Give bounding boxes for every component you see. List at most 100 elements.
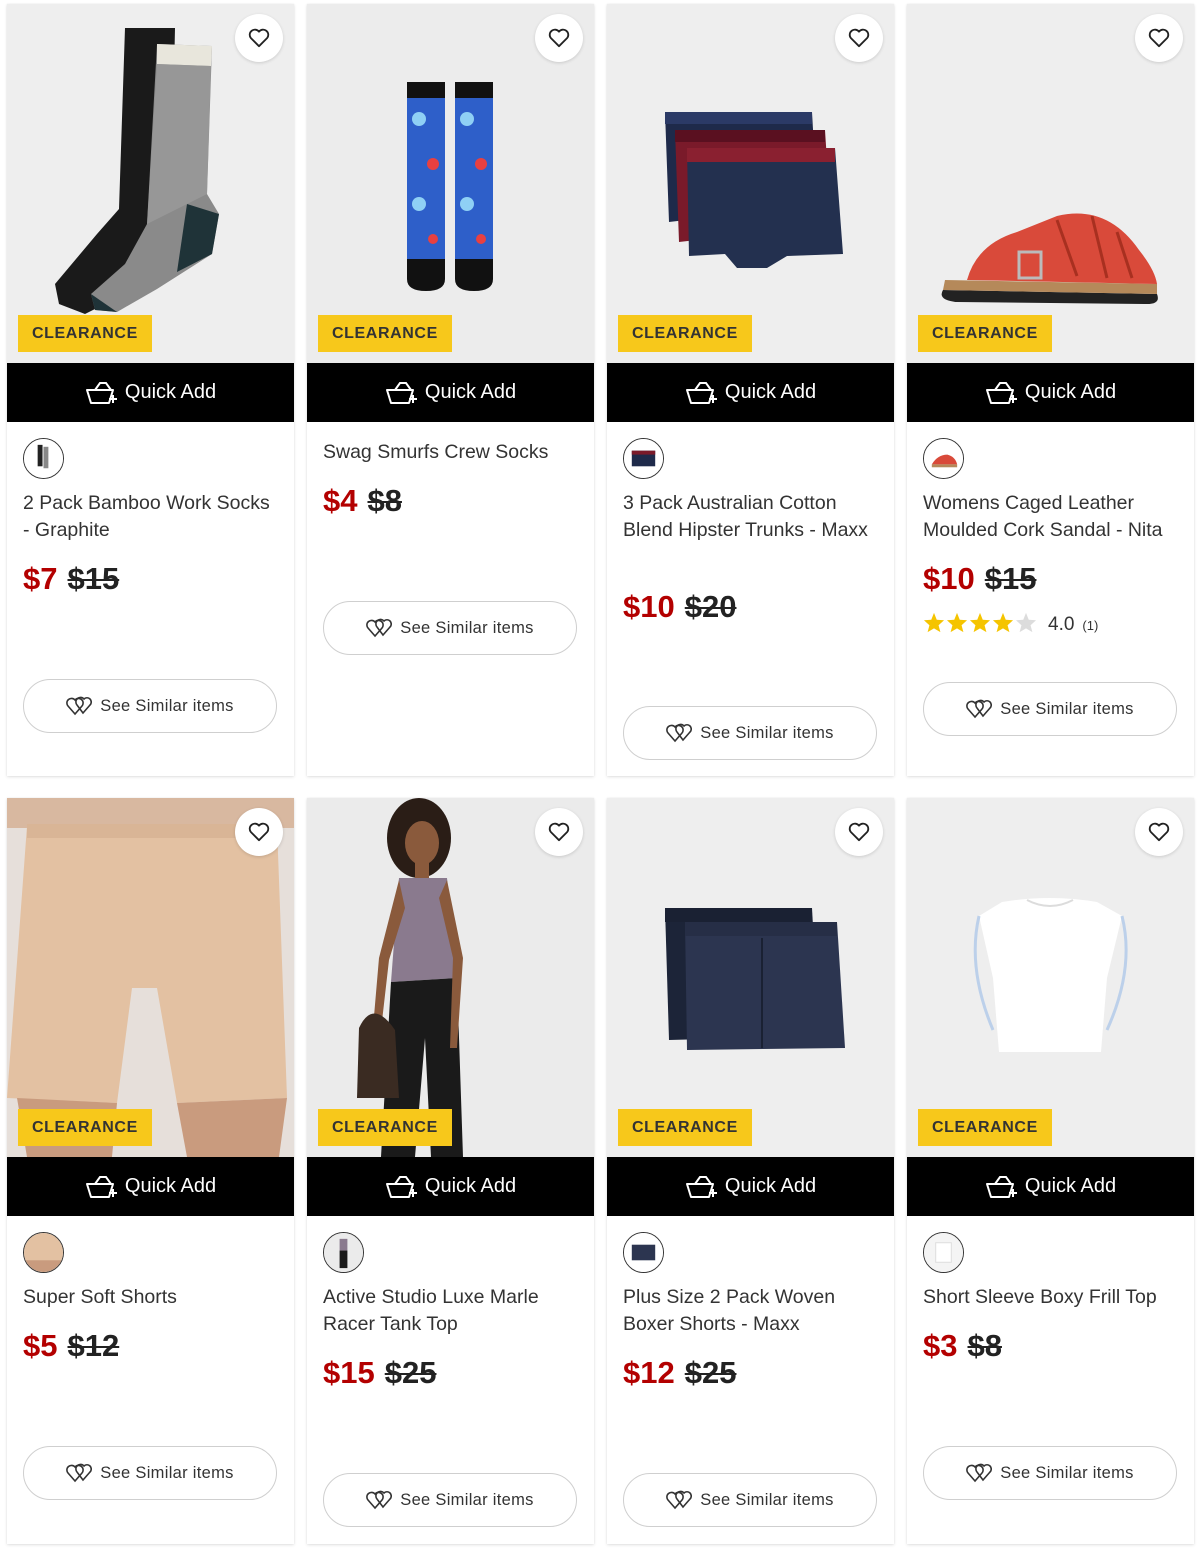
hearts-icon — [366, 618, 393, 638]
product-card[interactable]: CLEARANCE Quick Add Womens Caged Leather… — [907, 4, 1194, 776]
sale-price: $12 — [623, 1355, 675, 1390]
see-similar-button[interactable]: See Similar items — [923, 1446, 1177, 1500]
wishlist-button[interactable] — [535, 808, 583, 856]
clearance-badge: CLEARANCE — [18, 315, 152, 352]
star-rating — [923, 612, 1038, 638]
see-similar-label: See Similar items — [1000, 699, 1134, 718]
quick-add-button[interactable]: Quick Add — [907, 363, 1194, 422]
product-card[interactable]: CLEARANCE Quick Add Plus Size 2 Pack Wov… — [607, 798, 894, 1544]
hearts-icon — [666, 1490, 693, 1510]
see-similar-label: See Similar items — [100, 1463, 234, 1482]
product-card[interactable]: CLEARANCE Quick Add Active Studio Luxe M… — [307, 798, 594, 1544]
see-similar-label: See Similar items — [700, 1490, 834, 1509]
color-swatch[interactable] — [923, 438, 964, 479]
quick-add-label: Quick Add — [724, 381, 817, 403]
sale-price: $4 — [323, 483, 358, 518]
product-name[interactable]: Swag Smurfs Crew Socks — [323, 439, 581, 466]
product-name[interactable]: 3 Pack Australian Cotton Blend Hipster T… — [623, 490, 881, 544]
wishlist-button[interactable] — [1135, 808, 1183, 856]
swatch-thumbnail — [324, 1233, 363, 1272]
swatch-thumbnail — [924, 439, 963, 478]
quick-add-label: Quick Add — [1024, 1175, 1117, 1197]
price-block: $7 $15 — [23, 561, 119, 597]
heart-outline-icon — [548, 822, 570, 842]
quick-add-label: Quick Add — [424, 1175, 517, 1197]
review-count: (1) — [1082, 617, 1099, 633]
quick-add-button[interactable]: Quick Add — [607, 1157, 894, 1216]
product-image[interactable]: CLEARANCE — [307, 4, 594, 363]
color-swatch[interactable] — [623, 1232, 664, 1273]
heart-outline-icon — [1148, 28, 1170, 48]
color-swatch[interactable] — [923, 1232, 964, 1273]
color-swatch[interactable] — [23, 438, 64, 479]
product-card[interactable]: CLEARANCE Quick Add 2 Pack Bamboo Work S… — [7, 4, 294, 776]
swatch-thumbnail — [624, 439, 663, 478]
heart-outline-icon — [848, 28, 870, 48]
see-similar-button[interactable]: See Similar items — [923, 682, 1177, 736]
product-name[interactable]: 2 Pack Bamboo Work Socks - Graphite — [23, 490, 281, 544]
product-card[interactable]: CLEARANCE Quick Add Super Soft Shorts $5… — [7, 798, 294, 1544]
product-image[interactable]: CLEARANCE — [7, 4, 294, 363]
wishlist-button[interactable] — [235, 808, 283, 856]
see-similar-label: See Similar items — [100, 696, 234, 715]
sale-price: $5 — [23, 1328, 58, 1363]
original-price: $15 — [67, 561, 120, 596]
heart-outline-icon — [548, 28, 570, 48]
see-similar-button[interactable]: See Similar items — [23, 679, 277, 733]
see-similar-button[interactable]: See Similar items — [623, 1473, 877, 1527]
wishlist-button[interactable] — [1135, 14, 1183, 62]
wishlist-button[interactable] — [235, 14, 283, 62]
product-image[interactable]: CLEARANCE — [307, 798, 594, 1157]
wishlist-button[interactable] — [835, 808, 883, 856]
basket-plus-icon — [985, 1175, 1017, 1198]
quick-add-button[interactable]: Quick Add — [7, 363, 294, 422]
original-price: $25 — [684, 1355, 737, 1390]
wishlist-button[interactable] — [835, 14, 883, 62]
product-image[interactable]: CLEARANCE — [607, 798, 894, 1157]
see-similar-button[interactable]: See Similar items — [23, 1446, 277, 1500]
see-similar-label: See Similar items — [700, 723, 834, 742]
rating-value: 4.0 — [1048, 614, 1075, 635]
product-image[interactable]: CLEARANCE — [7, 798, 294, 1157]
product-name[interactable]: Womens Caged Leather Moulded Cork Sandal… — [923, 490, 1181, 544]
product-card[interactable]: CLEARANCE Quick Add 3 Pack Australian Co… — [607, 4, 894, 776]
color-swatch[interactable] — [623, 438, 664, 479]
quick-add-button[interactable]: Quick Add — [307, 1157, 594, 1216]
sale-price: $10 — [623, 589, 675, 624]
star-filled-icon — [969, 612, 991, 633]
product-name[interactable]: Plus Size 2 Pack Woven Boxer Shorts - Ma… — [623, 1284, 881, 1338]
color-swatch[interactable] — [23, 1232, 64, 1273]
quick-add-label: Quick Add — [1024, 381, 1117, 403]
swatch-thumbnail — [24, 1233, 63, 1272]
product-image[interactable]: CLEARANCE — [607, 4, 894, 363]
quick-add-button[interactable]: Quick Add — [7, 1157, 294, 1216]
price-block: $5 $12 — [23, 1328, 119, 1364]
clearance-badge: CLEARANCE — [918, 1109, 1052, 1146]
basket-plus-icon — [385, 1175, 417, 1198]
quick-add-button[interactable]: Quick Add — [607, 363, 894, 422]
product-card[interactable]: CLEARANCE Quick Add Swag Smurfs Crew Soc… — [307, 4, 594, 776]
price-block: $15 $25 — [323, 1355, 436, 1391]
quick-add-button[interactable]: Quick Add — [307, 363, 594, 422]
product-name[interactable]: Short Sleeve Boxy Frill Top — [923, 1284, 1181, 1311]
product-name[interactable]: Active Studio Luxe Marle Racer Tank Top — [323, 1284, 581, 1338]
basket-plus-icon — [85, 381, 117, 404]
see-similar-label: See Similar items — [400, 618, 534, 637]
product-image[interactable]: CLEARANCE — [907, 4, 1194, 363]
see-similar-button[interactable]: See Similar items — [623, 706, 877, 760]
original-price: $12 — [67, 1328, 120, 1363]
see-similar-button[interactable]: See Similar items — [323, 601, 577, 655]
product-image[interactable]: CLEARANCE — [907, 798, 1194, 1157]
quick-add-button[interactable]: Quick Add — [907, 1157, 1194, 1216]
product-name[interactable]: Super Soft Shorts — [23, 1284, 281, 1311]
heart-outline-icon — [848, 822, 870, 842]
sale-price: $7 — [23, 561, 58, 596]
price-block: $10 $15 — [923, 561, 1036, 597]
rating[interactable]: 4.0 (1) — [923, 612, 1098, 638]
color-swatch[interactable] — [323, 1232, 364, 1273]
heart-outline-icon — [248, 822, 270, 842]
see-similar-button[interactable]: See Similar items — [323, 1473, 577, 1527]
wishlist-button[interactable] — [535, 14, 583, 62]
basket-plus-icon — [685, 1175, 717, 1198]
product-card[interactable]: CLEARANCE Quick Add Short Sleeve Boxy Fr… — [907, 798, 1194, 1544]
